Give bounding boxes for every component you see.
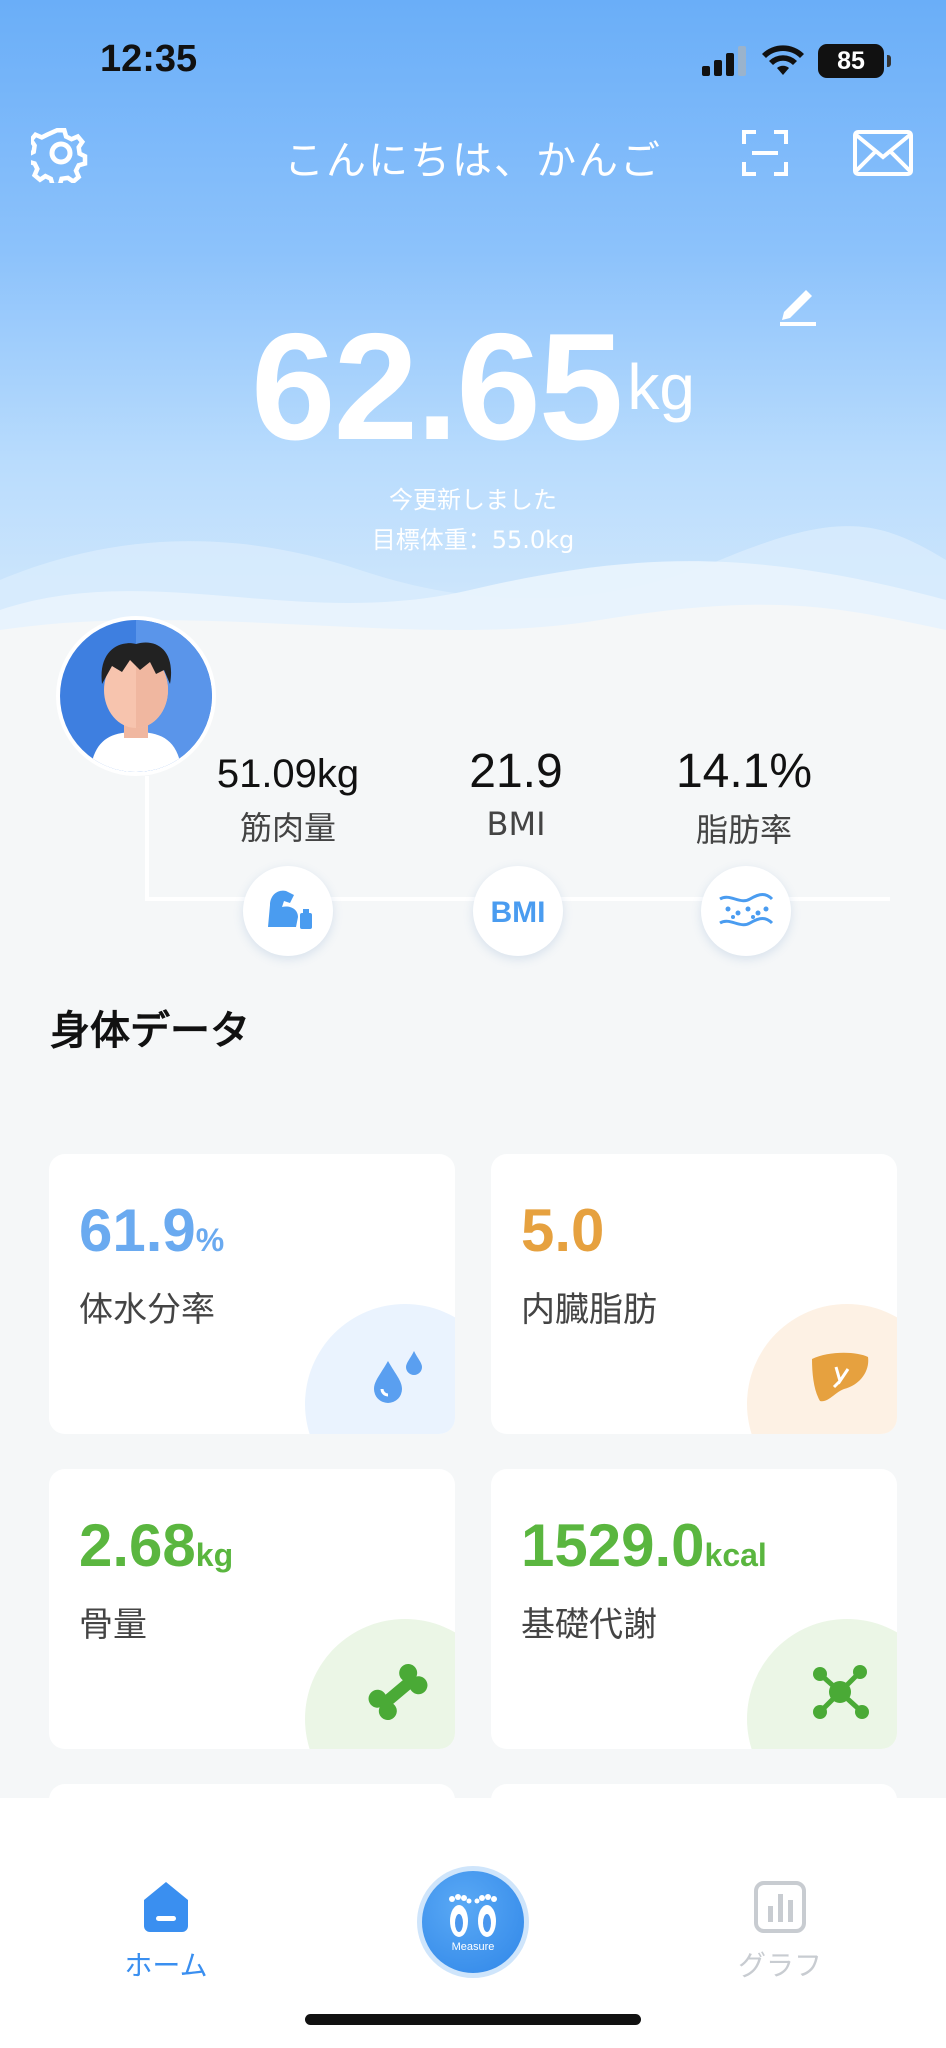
updated-text: 今更新しました bbox=[389, 486, 557, 514]
home-indicator bbox=[305, 2014, 641, 2025]
weight-unit: kg bbox=[627, 351, 695, 423]
scan-icon bbox=[742, 130, 788, 176]
tab-home-label: ホーム bbox=[124, 1949, 208, 1982]
bone-icon bbox=[363, 1657, 433, 1727]
target-weight: 目標体重：55.0kg bbox=[371, 526, 575, 554]
molecule-icon bbox=[805, 1657, 875, 1727]
card-label: 体水分率 bbox=[79, 1290, 215, 1330]
liver-icon bbox=[805, 1342, 875, 1412]
card-label: 内臓脂肪 bbox=[521, 1290, 657, 1330]
bmi-value: 21.9 bbox=[469, 745, 563, 798]
footprints-icon bbox=[449, 1894, 497, 1937]
bmi-label: BMI bbox=[486, 805, 546, 843]
status-icons: 85 bbox=[702, 44, 891, 78]
card-label: 基礎代謝 bbox=[521, 1605, 657, 1645]
metric-fat: 14.1% 脂肪率 bbox=[634, 744, 854, 851]
muscle-label: 筋肉量 bbox=[239, 809, 336, 847]
bmi-button[interactable]: BMI bbox=[473, 866, 563, 956]
metric-muscle: 51.09kg 筋肉量 bbox=[178, 744, 398, 849]
fat-button[interactable] bbox=[701, 866, 791, 956]
measure-label: Measure bbox=[451, 1941, 495, 1953]
card-bone-mass[interactable]: 2.68kg 骨量 bbox=[49, 1469, 455, 1749]
section-title: 身体データ bbox=[50, 1008, 250, 1054]
card-value: 2.68kg bbox=[79, 1512, 234, 1579]
card-value: 5.0 bbox=[521, 1197, 605, 1264]
muscle-value: 51.09kg bbox=[216, 752, 360, 796]
pencil-icon bbox=[780, 290, 816, 326]
tab-graph-label: グラフ bbox=[737, 1949, 822, 1982]
tab-home[interactable]: ホーム bbox=[86, 1880, 246, 1984]
home-icon bbox=[144, 1882, 188, 1932]
muscle-icon bbox=[268, 890, 312, 929]
wifi-icon bbox=[762, 45, 804, 75]
battery-indicator: 85 bbox=[818, 44, 891, 78]
card-value: 61.9% bbox=[79, 1197, 225, 1264]
mail-icon bbox=[853, 130, 913, 176]
fat-value: 14.1% bbox=[675, 745, 813, 798]
bar-chart-icon bbox=[754, 1881, 806, 1933]
edit-weight-button[interactable] bbox=[776, 282, 824, 330]
card-value: 1529.0kcal bbox=[521, 1512, 767, 1579]
bmi-icon: BMI bbox=[491, 896, 546, 929]
status-time: 12:35 bbox=[100, 38, 198, 80]
signal-icon bbox=[702, 46, 746, 76]
fat-icon bbox=[719, 893, 774, 927]
weight-value: 62.65 bbox=[251, 302, 623, 472]
card-label: 骨量 bbox=[79, 1605, 147, 1645]
muscle-button[interactable] bbox=[243, 866, 333, 956]
svg-text:BMI: BMI bbox=[491, 896, 546, 929]
scan-button[interactable] bbox=[732, 120, 798, 186]
card-visceral-fat[interactable]: 5.0 内臓脂肪 bbox=[491, 1154, 897, 1434]
card-body-water[interactable]: 61.9% 体水分率 bbox=[49, 1154, 455, 1434]
fat-label: 脂肪率 bbox=[695, 811, 792, 849]
metric-bmi: 21.9 BMI bbox=[406, 744, 626, 843]
measure-button[interactable]: Measure bbox=[417, 1866, 529, 1978]
timeline-connector bbox=[145, 776, 149, 901]
card-basal-metabolism[interactable]: 1529.0kcal 基礎代謝 bbox=[491, 1469, 897, 1749]
water-drops-icon bbox=[363, 1342, 433, 1412]
tab-graph[interactable]: グラフ bbox=[700, 1880, 860, 1984]
mail-button[interactable] bbox=[850, 120, 916, 186]
greeting-title: こんにちは、かんご bbox=[284, 138, 662, 184]
